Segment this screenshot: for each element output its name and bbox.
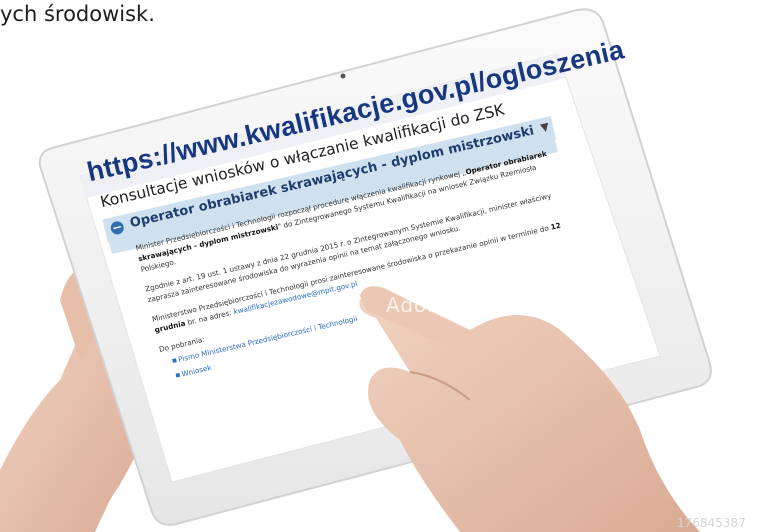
download-link-application[interactable]: Wniosek — [174, 276, 586, 382]
stock-id: 176845387 — [677, 516, 746, 530]
stock-watermark: Adobe — [386, 293, 455, 317]
minus-circle-icon[interactable]: − — [109, 219, 126, 236]
camera-dot — [340, 73, 346, 79]
chevron-down-icon[interactable]: ▼ — [539, 120, 550, 135]
